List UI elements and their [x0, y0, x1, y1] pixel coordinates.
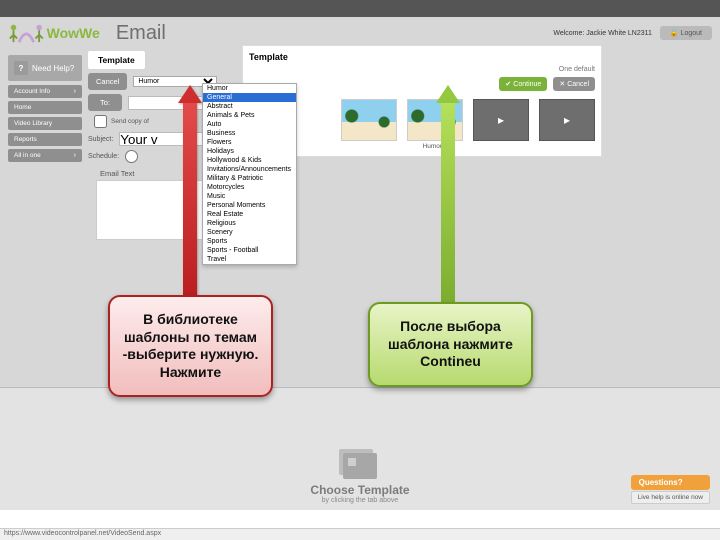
- email-text-label: Email Text: [100, 169, 714, 178]
- sidebar: ? Need Help? Account Info› Home Video Li…: [0, 49, 82, 387]
- template-cancel-button[interactable]: ✕ Cancel: [553, 77, 595, 91]
- welcome-text: Welcome: Jackie White LN2311: [553, 30, 652, 37]
- subject-label: Subject:: [88, 136, 113, 143]
- sidebar-item-account[interactable]: Account Info›: [8, 85, 82, 98]
- category-option[interactable]: Humor: [203, 84, 296, 93]
- to-button[interactable]: To:: [88, 94, 122, 111]
- category-option[interactable]: Religious: [203, 219, 296, 228]
- category-option[interactable]: Music: [203, 192, 296, 201]
- page-title: Email: [116, 22, 166, 45]
- sidebar-item-all-in-one[interactable]: All in one›: [8, 149, 82, 162]
- category-option[interactable]: Animals & Pets: [203, 111, 296, 120]
- category-option[interactable]: Holidays: [203, 147, 296, 156]
- main-app: WowWe Email Welcome: Jackie White LN2311…: [0, 17, 720, 387]
- category-option[interactable]: Business: [203, 129, 296, 138]
- template-panel-title: Template: [249, 52, 595, 62]
- category-option[interactable]: Motorcycles: [203, 183, 296, 192]
- schedule-radio[interactable]: [125, 150, 138, 163]
- status-bar: https://www.videocontrolpanel.net/VideoS…: [0, 528, 720, 540]
- cancel-button[interactable]: Cancel: [88, 73, 127, 90]
- sidebar-item-video-library[interactable]: Video Library: [8, 117, 82, 130]
- category-option[interactable]: Abstract: [203, 102, 296, 111]
- category-option[interactable]: Real Estate: [203, 210, 296, 219]
- logo[interactable]: WowWe: [8, 22, 100, 44]
- choose-template-subtitle: by clicking the tab above: [322, 497, 399, 504]
- category-option[interactable]: Scenery: [203, 228, 296, 237]
- template-thumbs: Humor 1 ▸ ▸: [249, 99, 595, 150]
- tab-template[interactable]: Template: [88, 51, 145, 69]
- schedule-label: Schedule:: [88, 153, 119, 160]
- category-option[interactable]: Hollywood & Kids: [203, 156, 296, 165]
- question-icon: ?: [14, 61, 28, 75]
- sidebar-item-home[interactable]: Home: [8, 101, 82, 114]
- logout-button[interactable]: 🔒 Logout: [660, 26, 712, 40]
- template-thumb[interactable]: ▸: [473, 99, 529, 150]
- category-option[interactable]: General: [203, 93, 296, 102]
- live-help-label[interactable]: Live help is online now: [631, 491, 710, 504]
- chevron-right-icon: ›: [74, 88, 76, 95]
- play-icon: ▸: [473, 99, 529, 141]
- logo-icon: [8, 22, 45, 44]
- send-copy-checkbox[interactable]: [94, 115, 107, 128]
- template-thumb[interactable]: ▸: [539, 99, 595, 150]
- help-widget[interactable]: Questions? Live help is online now: [631, 475, 710, 504]
- category-option[interactable]: Military & Patriotic: [203, 174, 296, 183]
- questions-bubble[interactable]: Questions?: [631, 475, 710, 490]
- choose-template-title: Choose Template: [310, 483, 409, 497]
- category-option[interactable]: Sports - Football: [203, 246, 296, 255]
- category-option[interactable]: Flowers: [203, 138, 296, 147]
- play-icon: ▸: [539, 99, 595, 141]
- content-area: Template Cancel Humor To: Send copy of: [82, 49, 720, 387]
- sidebar-item-reports[interactable]: Reports: [8, 133, 82, 146]
- category-option[interactable]: Personal Moments: [203, 201, 296, 210]
- category-option[interactable]: Travel: [203, 255, 296, 264]
- template-thumb[interactable]: [341, 99, 397, 150]
- status-url: https://www.videocontrolpanel.net/VideoS…: [4, 530, 161, 537]
- continue-button[interactable]: ✔ Continue: [499, 77, 547, 91]
- subject-input[interactable]: [119, 132, 203, 146]
- browser-chrome: [0, 0, 720, 17]
- default-label: One default: [559, 66, 595, 73]
- send-copy-label: Send copy of: [111, 118, 149, 125]
- category-option[interactable]: Invitations/Announcements: [203, 165, 296, 174]
- category-option[interactable]: Sports: [203, 237, 296, 246]
- category-dropdown[interactable]: HumorGeneralAbstractAnimals & PetsAutoBu…: [202, 83, 297, 265]
- template-thumb[interactable]: Humor 1: [407, 99, 463, 150]
- template-stack-icon: [343, 453, 377, 479]
- category-option[interactable]: Auto: [203, 120, 296, 129]
- choose-template-zone: Choose Template by clicking the tab abov…: [0, 387, 720, 510]
- logo-text: WowWe: [47, 25, 100, 41]
- chevron-right-icon: ›: [74, 152, 76, 159]
- need-help-button[interactable]: ? Need Help?: [8, 55, 82, 81]
- lock-icon: 🔒: [670, 30, 679, 37]
